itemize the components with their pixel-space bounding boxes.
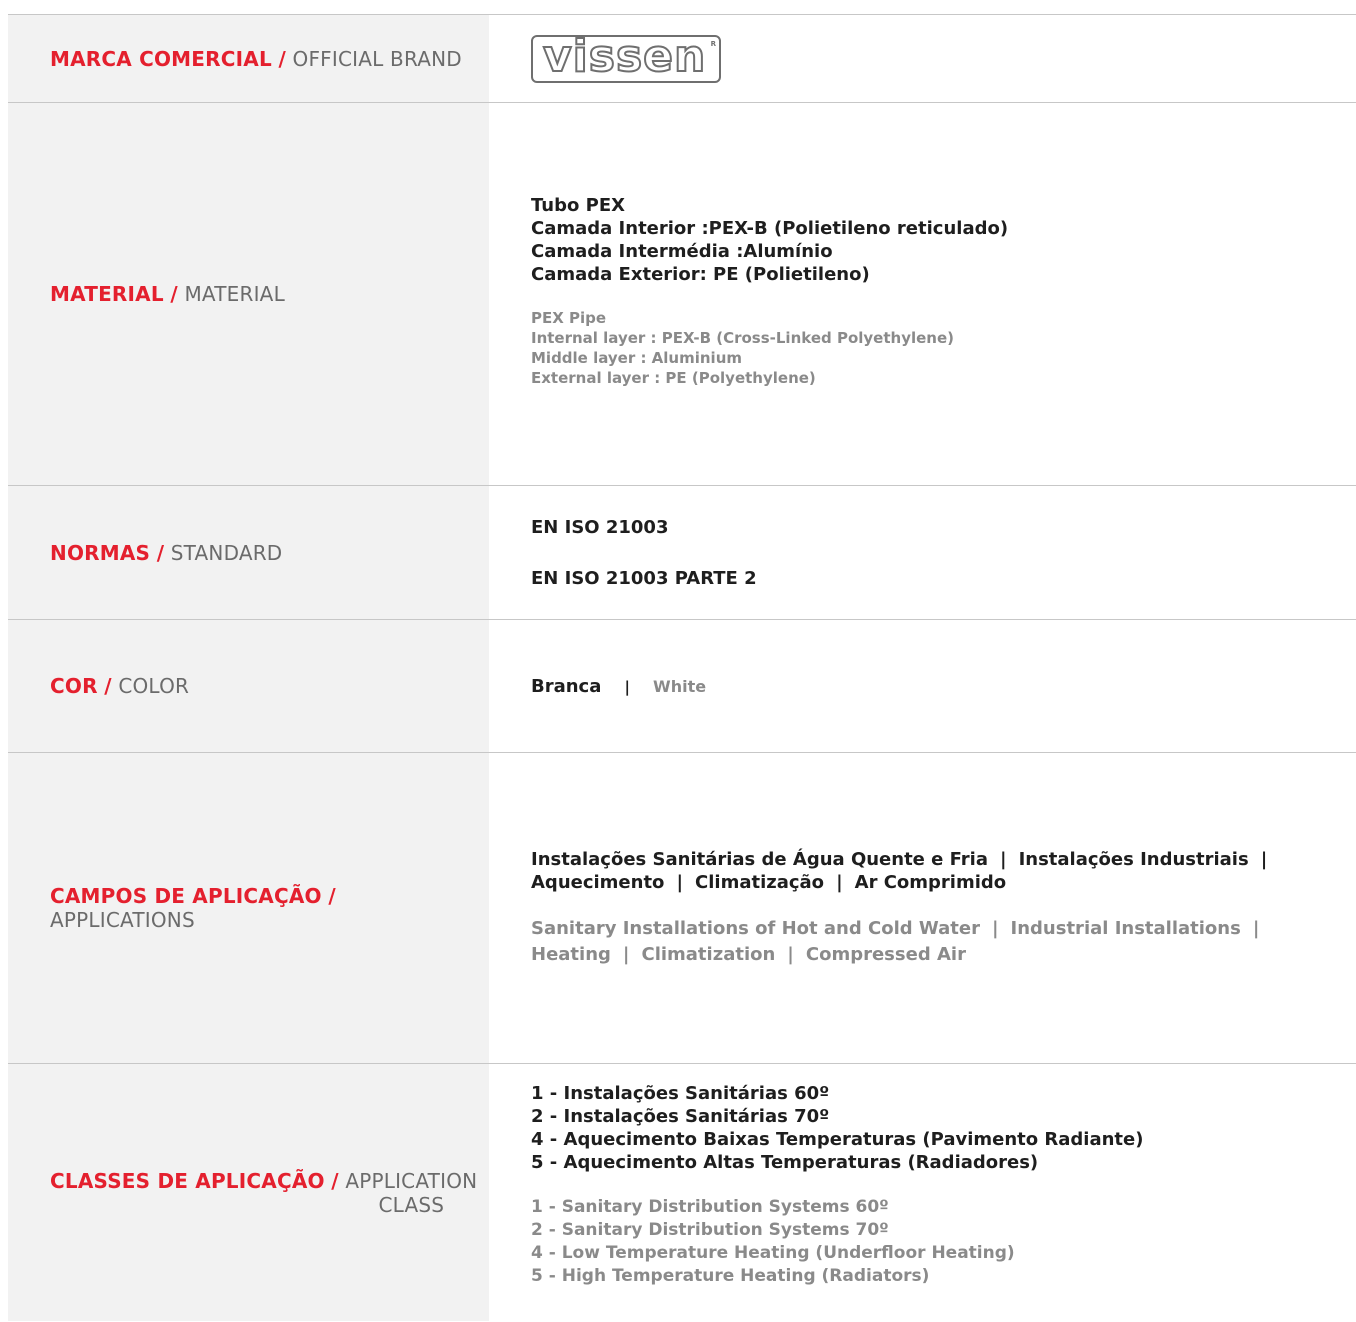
- label-separator: /: [170, 282, 178, 306]
- row-label: MATERIAL / MATERIAL: [50, 282, 285, 306]
- row-label: CLASSES DE APLICAÇÃO / APPLICATION CLASS: [50, 1169, 477, 1217]
- application-item: Compressed Air: [805, 944, 966, 965]
- label-cell: NORMAS / STANDARD: [8, 486, 489, 619]
- application-divider: |: [676, 872, 684, 893]
- material-pt-line: Camada Intermédia :Alumínio: [531, 241, 833, 262]
- application-item: Instalações Industriais: [1018, 849, 1249, 870]
- applications-pt-line: Aquecimento | Climatização | Ar Comprimido: [531, 871, 1316, 894]
- row-material: MATERIAL / MATERIAL Tubo PEX Camada Inte…: [8, 103, 1356, 486]
- label-pt: MARCA COMERCIAL: [50, 46, 272, 71]
- application-item: Aquecimento: [531, 872, 665, 893]
- label-en: STANDARD: [170, 540, 283, 565]
- application-item: Heating: [531, 944, 611, 965]
- value-cell: EN ISO 21003 EN ISO 21003 PARTE 2: [489, 486, 1356, 619]
- class-en-item: 5 - High Temperature Heating (Radiators): [531, 1266, 930, 1286]
- label-en: APPLICATION CLASS: [345, 1169, 477, 1217]
- registered-mark: R: [710, 39, 716, 48]
- material-pt-line: Tubo PEX: [531, 195, 625, 216]
- application-divider: |: [622, 944, 630, 965]
- application-item: Instalações Sanitárias de Água Quente e …: [531, 849, 988, 870]
- value-cell: 1 - Instalações Sanitárias 60º 2 - Insta…: [489, 1064, 1356, 1321]
- material-en-list: PEX Pipe Internal layer : PEX-B (Cross-L…: [531, 308, 1316, 388]
- label-separator: /: [278, 46, 286, 71]
- class-pt-item: 2 - Instalações Sanitárias 70º: [531, 1106, 830, 1127]
- applications-pt-line: Instalações Sanitárias de Água Quente e …: [531, 848, 1316, 871]
- color-value: Branca | White: [531, 675, 1316, 698]
- label-en: COLOR: [118, 674, 190, 698]
- application-item: Climatization: [641, 944, 776, 965]
- label-pt: NORMAS: [50, 540, 151, 565]
- application-divider: |: [999, 849, 1007, 870]
- color-en: White: [653, 676, 707, 696]
- row-label: COR / COLOR: [50, 674, 189, 698]
- value-cell: Tubo PEX Camada Interior :PEX-B (Polieti…: [489, 103, 1356, 485]
- standard-item: EN ISO 21003 PARTE 2: [531, 567, 757, 589]
- application-divider: |: [1252, 918, 1260, 939]
- classes-en-list: 1 - Sanitary Distribution Systems 60º 2 …: [531, 1196, 1316, 1288]
- label-en-line: CLASS: [378, 1192, 445, 1217]
- material-pt-line: Camada Exterior: PE (Polietileno): [531, 264, 870, 285]
- material-en-line: External layer : PE (Polyethylene): [531, 369, 816, 387]
- row-label: MARCA COMERCIAL / OFFICIAL BRAND: [50, 47, 462, 71]
- vissen-logo: vissen R: [531, 30, 721, 83]
- application-item: Ar Comprimido: [854, 872, 1007, 893]
- label-en: OFFICIAL BRAND: [292, 46, 462, 71]
- label-cell: CLASSES DE APLICAÇÃO / APPLICATION CLASS: [8, 1064, 489, 1321]
- application-divider: |: [1260, 849, 1268, 870]
- label-pt: CLASSES DE APLICAÇÃO: [50, 1168, 325, 1193]
- value-cell: Instalações Sanitárias de Água Quente e …: [489, 753, 1356, 1063]
- label-pt: MATERIAL: [50, 282, 164, 306]
- label-en: MATERIAL: [184, 282, 285, 306]
- applications-pt: Instalações Sanitárias de Água Quente e …: [531, 848, 1316, 894]
- label-separator: /: [156, 540, 165, 565]
- application-item: Sanitary Installations of Hot and Cold W…: [531, 918, 980, 939]
- row-official-brand: MARCA COMERCIAL / OFFICIAL BRAND vissen …: [8, 15, 1356, 103]
- label-en: APPLICATIONS: [50, 908, 195, 932]
- label-separator: /: [331, 1168, 339, 1193]
- class-en-item: 2 - Sanitary Distribution Systems 70º: [531, 1220, 889, 1240]
- label-cell: MATERIAL / MATERIAL: [8, 103, 489, 485]
- applications-en-line: Sanitary Installations of Hot and Cold W…: [531, 916, 1316, 942]
- material-en-line: Internal layer : PEX-B (Cross-Linked Pol…: [531, 329, 954, 347]
- label-cell: MARCA COMERCIAL / OFFICIAL BRAND: [8, 15, 489, 102]
- value-cell: Branca | White: [489, 620, 1356, 752]
- application-divider: |: [836, 872, 843, 893]
- application-item: Climatização: [695, 872, 825, 893]
- class-pt-item: 4 - Aquecimento Baixas Temperaturas (Pav…: [531, 1129, 1144, 1150]
- color-divider: |: [624, 677, 630, 696]
- row-standards: NORMAS / STANDARD EN ISO 21003 EN ISO 21…: [8, 486, 1356, 620]
- standard-item: EN ISO 21003: [531, 516, 669, 538]
- standards-list: EN ISO 21003 EN ISO 21003 PARTE 2: [531, 516, 1316, 590]
- class-en-item: 4 - Low Temperature Heating (Underfloor …: [531, 1243, 1015, 1263]
- material-en-line: PEX Pipe: [531, 309, 607, 327]
- material-pt-line: Camada Interior :PEX-B (Polietileno reti…: [531, 218, 1009, 239]
- material-pt-list: Tubo PEX Camada Interior :PEX-B (Polieti…: [531, 194, 1316, 286]
- row-label: CAMPOS DE APLICAÇÃO / APPLICATIONS: [50, 884, 479, 932]
- row-application-classes: CLASSES DE APLICAÇÃO / APPLICATION CLASS…: [8, 1064, 1356, 1321]
- label-cell: CAMPOS DE APLICAÇÃO / APPLICATIONS: [8, 753, 489, 1063]
- classes-pt-list: 1 - Instalações Sanitárias 60º 2 - Insta…: [531, 1082, 1316, 1174]
- color-pt: Branca: [531, 675, 602, 697]
- label-pt: COR: [50, 674, 98, 698]
- label-pt: CAMPOS DE APLICAÇÃO: [50, 884, 322, 908]
- applications-en-line: Heating | Climatization | Compressed Air: [531, 942, 1316, 968]
- row-label: NORMAS / STANDARD: [50, 541, 282, 565]
- row-applications: CAMPOS DE APLICAÇÃO / APPLICATIONS Insta…: [8, 753, 1356, 1064]
- application-divider: |: [991, 918, 999, 939]
- spec-table: MARCA COMERCIAL / OFFICIAL BRAND vissen …: [8, 14, 1356, 1321]
- class-en-item: 1 - Sanitary Distribution Systems 60º: [531, 1197, 889, 1217]
- application-divider: |: [787, 944, 794, 965]
- label-separator: /: [328, 884, 336, 908]
- label-separator: /: [104, 674, 112, 698]
- label-cell: COR / COLOR: [8, 620, 489, 752]
- row-color: COR / COLOR Branca | White: [8, 620, 1356, 753]
- logo-wordmark: vissen: [542, 30, 707, 82]
- class-pt-item: 5 - Aquecimento Altas Temperaturas (Radi…: [531, 1152, 1039, 1173]
- applications-en: Sanitary Installations of Hot and Cold W…: [531, 916, 1316, 968]
- application-item: Industrial Installations: [1010, 918, 1241, 939]
- value-cell: vissen R: [489, 15, 1356, 102]
- label-en-line: APPLICATION: [345, 1168, 478, 1193]
- class-pt-item: 1 - Instalações Sanitárias 60º: [531, 1083, 830, 1104]
- material-en-line: Middle layer : Aluminium: [531, 349, 743, 367]
